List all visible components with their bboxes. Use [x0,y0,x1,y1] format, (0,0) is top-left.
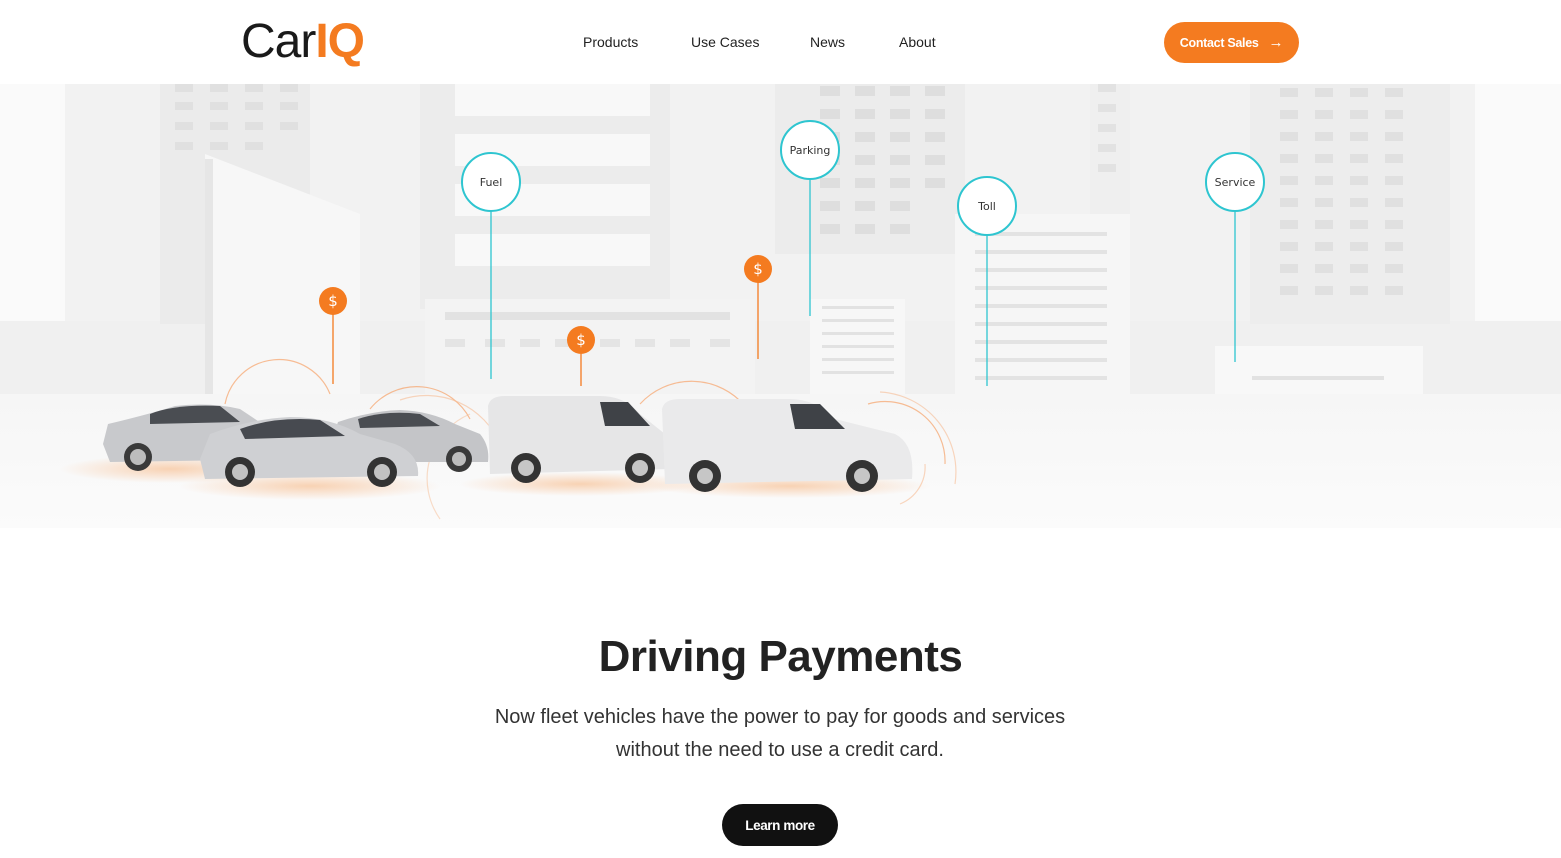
dollar-marker: $ [319,287,347,315]
section-title: Driving Payments [598,632,963,681]
dollar-icon: $ [328,292,338,310]
bubble-parking-label: Parking [790,144,831,157]
learn-more-button[interactable]: Learn more [722,804,838,846]
nav-products[interactable]: Products [583,34,638,50]
bubble-service[interactable]: Service [1205,152,1265,212]
bubble-toll-label: Toll [977,200,996,213]
logo-accent: IQ [315,15,365,68]
bubble-fuel-label: Fuel [480,176,503,189]
arrow-right-icon: → [1268,34,1284,51]
nav-news[interactable]: News [810,34,845,50]
dollar-marker: $ [567,326,595,354]
bubble-fuel[interactable]: Fuel [461,152,521,212]
carIQ-logo[interactable]: CarIQ [241,14,365,70]
logo-main: Car [241,15,316,68]
hero-scene: Fuel Parking Toll Service $ $ $ [0,84,1561,528]
hero-illustration: Fuel Parking Toll Service $ $ $ [0,84,1561,528]
dollar-icon: $ [753,260,763,278]
dollar-marker: $ [744,255,772,283]
site-header: CarIQ Products Use Cases News About Cont… [0,0,1561,84]
nav-use-cases[interactable]: Use Cases [691,34,759,50]
contact-sales-button[interactable]: Contact Sales → [1164,22,1299,63]
nav-about[interactable]: About [899,34,936,50]
bubble-parking[interactable]: Parking [780,120,840,180]
dollar-icon: $ [576,331,586,349]
contact-sales-label: Contact Sales [1179,35,1259,50]
bubble-service-label: Service [1215,176,1256,189]
section-subtitle: Now fleet vehicles have the power to pay… [494,706,1066,761]
bubble-toll[interactable]: Toll [957,176,1017,236]
